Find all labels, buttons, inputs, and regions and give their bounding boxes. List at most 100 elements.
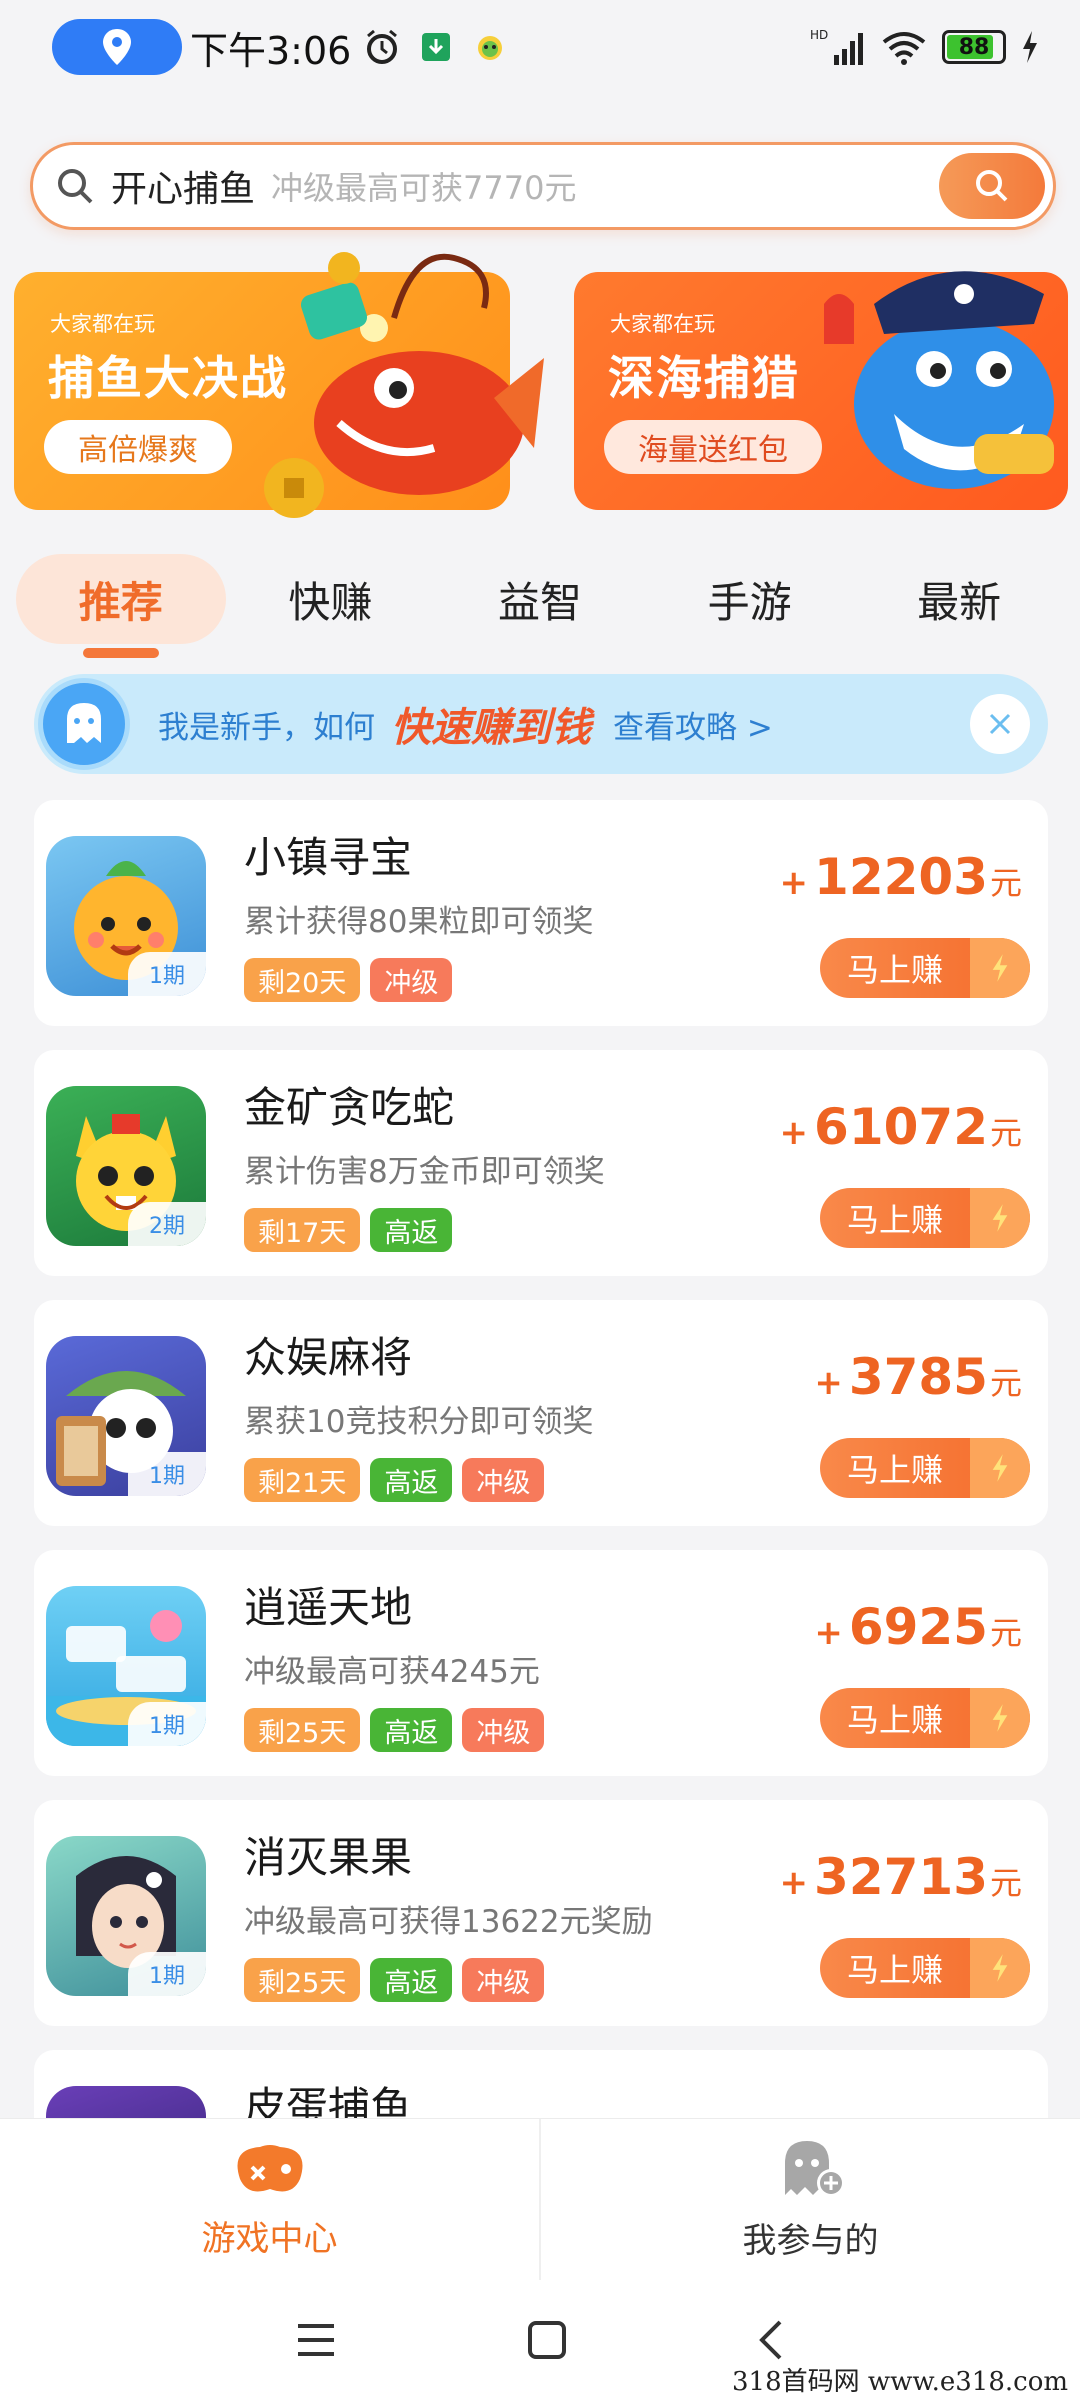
tab-label: 快赚 [288,577,373,627]
game-description: 累获10竞技积分即可领奖 [244,1404,594,1440]
reward-amount: + 6925 元 [814,1598,1022,1656]
game-name: 众娱麻将 [244,1333,413,1382]
game-card[interactable]: 2期 金矿贪吃蛇 累计伤害8万金币即可领奖 剩17天 高返 + 61072 元 … [34,1050,1048,1276]
search-icon [976,170,1008,202]
alarm-icon [363,28,401,66]
home-icon[interactable] [525,2318,569,2362]
game-icon-town-treasure: 1期 [46,836,206,996]
close-button[interactable] [970,694,1030,754]
tab-label: 手游 [707,577,792,627]
location-pin-icon [103,29,131,65]
search-bar[interactable]: 开心捕鱼 冲级最高可获7770元 [30,142,1056,230]
tab-newest[interactable]: 最新 [854,554,1064,644]
search-button[interactable] [939,153,1045,219]
reward-amount: + 3785 元 [814,1348,1022,1406]
banner-kicker: 大家都在玩 [610,312,715,336]
pirate-shark-illustration [824,271,1054,489]
high-return-tag: 高返 [370,1458,453,1502]
lightning-icon [970,1438,1030,1498]
tag-row: 剩17天 高返 [244,1208,453,1252]
tab-label: 最新 [917,577,1002,627]
game-name: 消灭果果 [244,1833,413,1882]
category-tabs: 推荐 快赚 益智 手游 最新 [16,554,1064,658]
level-up-tag: 冲级 [462,1958,545,2002]
lightning-icon [970,1188,1030,1248]
banner-title: 深海捕猎 [608,351,800,405]
level-up-tag: 冲级 [462,1458,545,1502]
nav-game-center[interactable]: 游戏中心 [0,2119,539,2280]
game-icon-eliminate-fruits: 1期 [46,1836,206,1996]
earn-now-button[interactable]: 马上赚 [820,1938,1030,1998]
tab-mobile-games[interactable]: 手游 [645,554,855,644]
game-card[interactable]: 1期 逍遥天地 冲级最高可获4245元 剩25天 高返 冲级 + 6925 元 … [34,1550,1048,1776]
battery-level: 88 [958,34,990,60]
back-icon[interactable] [756,2318,786,2362]
charging-icon [1023,31,1037,63]
earn-now-button[interactable]: 马上赚 [820,1688,1030,1748]
bottom-navigation: 游戏中心 我参与的 [0,2118,1080,2280]
high-return-tag: 高返 [370,1708,453,1752]
menu-icon[interactable] [294,2320,338,2360]
game-name: 小镇寻宝 [244,833,413,882]
status-bar: 下午3:06 HD 88 [0,0,1080,94]
tag-row: 剩25天 高返 冲级 [244,1958,545,2002]
days-left-tag: 剩17天 [244,1208,361,1252]
gamepad-icon [237,2145,302,2192]
location-pill[interactable] [52,19,182,75]
search-icon [58,169,93,204]
guide-text: 我是新手，如何 [158,709,375,746]
period-tag: 1期 [128,1952,206,1996]
period-tag: 1期 [128,1452,206,1496]
active-tab-indicator [82,648,159,658]
nav-my-participation[interactable]: 我参与的 [539,2119,1080,2280]
tag-row: 剩25天 高返 冲级 [244,1708,545,1752]
download-notification-icon [417,28,455,66]
days-left-tag: 剩25天 [244,1958,361,2002]
earn-now-button[interactable]: 马上赚 [820,1188,1030,1248]
svg-text:HD: HD [810,28,828,42]
period-tag: 1期 [128,952,206,996]
tab-recommended[interactable]: 推荐 [16,554,226,658]
tag-row: 剩20天 冲级 [244,958,453,1002]
watermark-text: 318首码网 www.e318.com [732,2367,1068,2397]
app-notification-icon [471,28,509,66]
banner-kicker: 大家都在玩 [50,312,155,336]
tag-row: 剩21天 高返 冲级 [244,1458,545,1502]
lightning-icon [970,1688,1030,1748]
period-tag: 1期 [128,1702,206,1746]
banner-pill: 高倍爆爽 [44,420,232,474]
battery-indicator: 88 [942,30,1006,64]
tab-label: 益智 [497,577,582,627]
search-term: 开心捕鱼 [111,169,256,210]
high-return-tag: 高返 [370,1958,453,2002]
guide-link[interactable]: 查看攻略 > [613,702,773,747]
days-left-tag: 剩20天 [244,958,361,1002]
game-icon-gold-snake: 2期 [46,1086,206,1246]
game-card[interactable]: 1期 消灭果果 冲级最高可获得13622元奖励 剩25天 高返 冲级 + 327… [34,1800,1048,2026]
nav-label: 我参与的 [742,2221,879,2261]
earn-now-button[interactable]: 马上赚 [820,938,1030,998]
game-description: 累计伤害8万金币即可领奖 [244,1154,605,1190]
newbie-guide-banner[interactable]: 我是新手，如何 快速赚到钱 查看攻略 > [34,674,1048,774]
level-up-tag: 冲级 [462,1708,545,1752]
ghost-mascot-icon [38,678,130,770]
nav-label: 游戏中心 [201,2219,338,2259]
tab-quick-earn[interactable]: 快赚 [226,554,436,644]
signal-icon: HD [810,28,863,65]
reward-amount: + 61072 元 [779,1098,1022,1156]
banner-deep-sea-hunt[interactable]: 大家都在玩 深海捕猎 海量送红包 [574,271,1068,510]
search-hint: 冲级最高可获7770元 [271,169,577,207]
level-up-tag: 冲级 [370,958,453,1002]
tab-puzzle[interactable]: 益智 [435,554,645,644]
reward-amount: + 32713 元 [779,1848,1022,1906]
lightning-icon [970,1938,1030,1998]
game-card[interactable]: 1期 众娱麻将 累获10竞技积分即可领奖 剩21天 高返 冲级 + 3785 元… [34,1300,1048,1526]
game-name: 逍遥天地 [244,1583,413,1632]
earn-now-button[interactable]: 马上赚 [820,1438,1030,1498]
banner-fishing-battle[interactable]: 大家都在玩 捕鱼大决战 高倍爆爽 [14,252,544,518]
anglerfish-illustration [264,252,544,518]
game-card[interactable]: 1期 小镇寻宝 累计获得80果粒即可领奖 剩20天 冲级 + 12203 元 马… [34,800,1048,1026]
days-left-tag: 剩21天 [244,1458,361,1502]
guide-highlight: 快速赚到钱 [391,705,591,751]
reward-amount: + 12203 元 [779,848,1022,906]
